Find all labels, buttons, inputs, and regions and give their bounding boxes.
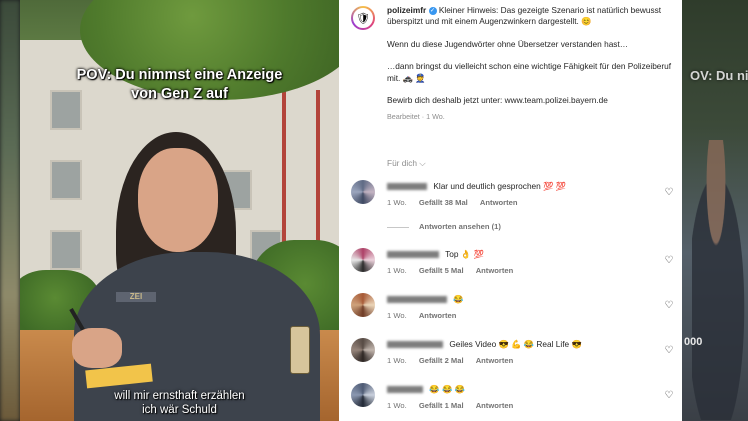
caption-paragraph-1: Kleiner Hinweis: Das gezeigte Szenario i… [387,5,662,27]
video-caption-line2: von Gen Z auf [131,86,228,102]
view-replies-button[interactable]: Antworten ansehen (1) [387,222,501,231]
comment-time: 1 Wo. [387,311,407,320]
video-player[interactable]: ZEI POV: Du nimmst eine Anzeige von Gen … [20,0,339,421]
post-panel: 🛡 polizeimfr ✓ Kleiner Hinweis: Das geze… [339,0,682,421]
heart-icon[interactable]: ♡ [663,255,675,267]
post-caption: polizeimfr ✓ Kleiner Hinweis: Das gezeig… [387,5,673,123]
video-subtitle: will mir ernsthaft erzählen ich wär Schu… [20,389,339,417]
comment-item: Geiles Video 😎 💪 😂 Real Life 😎 1 Wo. Gef… [351,338,681,378]
officer-face [138,148,218,252]
post-meta: Bearbeitet · 1 Wo. [387,112,445,122]
blurred-background-left [0,0,20,421]
comment-item: 😂 1 Wo. Antworten ♡ [351,293,681,333]
background-number: 000 [684,336,703,348]
caption-paragraph-3: …dann bringst du vielleicht schon eine w… [387,61,672,83]
comment-avatar[interactable] [351,248,375,272]
video-caption: POV: Du nimmst eine Anzeige von Gen Z au… [20,66,339,104]
comment-item: Klar und deutlich gesprochen 💯 💯 1 Wo. G… [351,180,681,220]
comment-text: Geiles Video 😎 💪 😂 Real Life 😎 [449,339,582,349]
officer-hand [72,328,122,368]
blurred-background-right: OV: Du nimmst eine 000 [682,0,748,421]
comment-time: 1 Wo. [387,198,407,207]
comment-username[interactable] [387,183,427,191]
comment-likes[interactable]: Gefällt 2 Mal [419,356,464,365]
comment-avatar[interactable] [351,383,375,407]
uniform-badge: ZEI [116,292,156,302]
arm-patch [290,326,310,374]
view-replies-label: Antworten ansehen (1) [419,222,501,231]
comment-likes[interactable]: Gefällt 1 Mal [419,401,464,410]
heart-icon[interactable]: ♡ [663,300,675,312]
account-avatar[interactable]: 🛡 [351,6,375,30]
reply-button[interactable]: Antworten [476,401,514,410]
comment-time: 1 Wo. [387,356,407,365]
video-subtitle-line1: will mir ernsthaft erzählen [114,390,245,402]
reply-button[interactable]: Antworten [419,311,457,320]
comment-avatar[interactable] [351,180,375,204]
heart-icon[interactable]: ♡ [663,390,675,402]
reply-button[interactable]: Antworten [476,266,514,275]
post-username[interactable]: polizeimfr [387,5,426,15]
comment-text: Top 👌 💯 [445,249,484,259]
comment-username[interactable] [387,341,443,349]
comment-item: Top 👌 💯 1 Wo. Gefällt 5 Mal Antworten ♡ [351,248,681,288]
comment-text: Klar und deutlich gesprochen 💯 💯 [433,181,567,191]
verified-icon: ✓ [428,6,437,15]
comment-username[interactable] [387,386,423,394]
video-caption-line1: POV: Du nimmst eine Anzeige [76,67,283,83]
comment-item: 😂 😂 😂 1 Wo. Gefällt 1 Mal Antworten ♡ [351,383,681,421]
comment-avatar[interactable] [351,293,375,317]
badge-icon: 🛡 [353,8,373,28]
comment-time: 1 Wo. [387,401,407,410]
comment-likes[interactable]: Gefällt 38 Mal [419,198,468,207]
background-caption: OV: Du nimmst eine [690,68,748,83]
reply-button[interactable]: Antworten [476,356,514,365]
comment-likes[interactable]: Gefällt 5 Mal [419,266,464,275]
comment-text: 😂 😂 😂 [429,384,465,394]
caption-paragraph-2: Wenn du diese Jugendwörter ohne Übersetz… [387,38,629,49]
background-figure [692,140,748,420]
reply-button[interactable]: Antworten [480,198,518,207]
comment-username[interactable] [387,296,447,304]
divider [387,226,409,228]
heart-icon[interactable]: ♡ [663,187,675,199]
comment-text: 😂 [453,294,464,304]
video-subtitle-line2: ich wär Schuld [142,404,217,416]
heart-icon[interactable]: ♡ [663,345,675,357]
comment-username[interactable] [387,251,439,259]
comment-time: 1 Wo. [387,266,407,275]
caption-paragraph-4: Bewirb dich deshalb jetzt unter: www.tea… [387,95,608,106]
comment-avatar[interactable] [351,338,375,362]
translate-link[interactable]: Für dich ⌵ [387,158,426,169]
